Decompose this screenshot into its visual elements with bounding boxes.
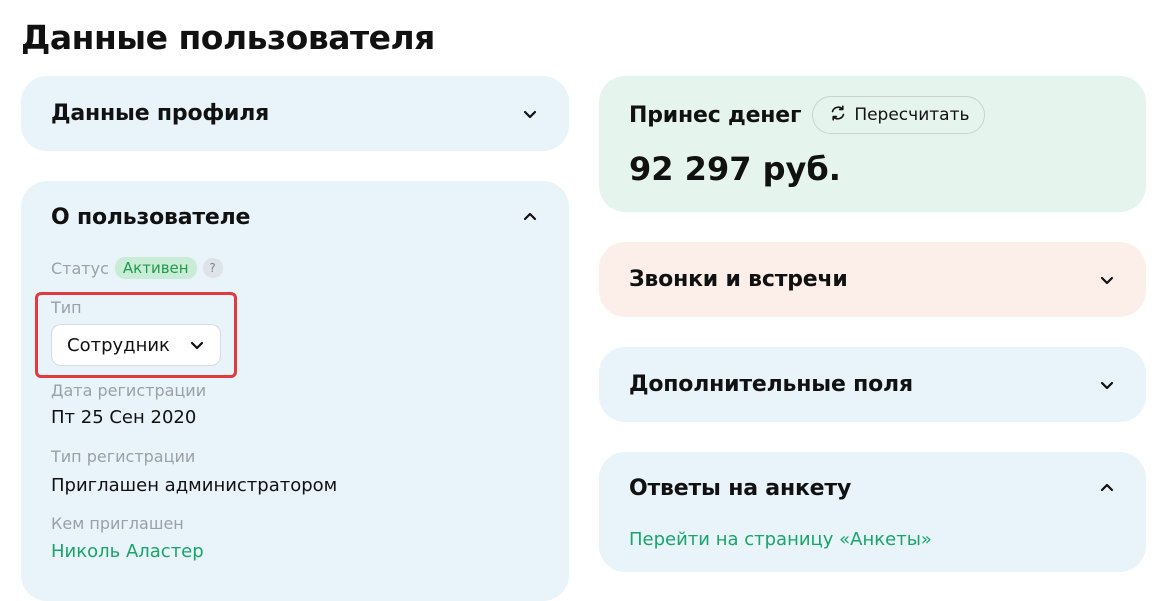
status-row: Статус Активен ? <box>51 257 223 279</box>
about-user-header[interactable]: О пользователе <box>51 199 539 235</box>
survey-answers-header[interactable]: Ответы на анкету <box>629 470 1116 506</box>
help-icon[interactable]: ? <box>202 258 223 278</box>
chevron-up-icon[interactable] <box>521 208 539 226</box>
invited-by-label: Кем приглашен <box>51 514 184 533</box>
recalculate-label: Пересчитать <box>854 105 970 125</box>
reg-date-label: Дата регистрации <box>51 381 207 400</box>
extra-fields-card: Дополнительные поля <box>599 347 1146 422</box>
refresh-icon <box>829 104 847 127</box>
profile-data-header[interactable]: Данные профиля <box>51 76 539 151</box>
extra-fields-title: Дополнительные поля <box>629 372 913 397</box>
earned-money-card: Принес денег Пересчитать 92 297 руб. <box>599 76 1146 212</box>
chevron-down-icon[interactable] <box>1098 271 1116 289</box>
about-user-title: О пользователе <box>51 204 251 230</box>
calls-meetings-title: Звонки и встречи <box>629 267 848 292</box>
earned-money-value: 92 297 руб. <box>629 150 841 188</box>
reg-type-value: Приглашен администратором <box>51 475 338 496</box>
calls-meetings-header[interactable]: Звонки и встречи <box>629 242 1116 317</box>
chevron-down-icon[interactable] <box>1098 376 1116 394</box>
status-label: Статус <box>51 258 109 278</box>
recalculate-button[interactable]: Пересчитать <box>812 96 985 134</box>
survey-answers-card: Ответы на анкету Перейти на страницу «Ан… <box>599 452 1146 572</box>
about-user-card: О пользователе Статус Активен ? Тип Сотр… <box>21 181 569 601</box>
survey-page-link[interactable]: Перейти на страницу «Анкеты» <box>629 529 932 550</box>
user-type-value: Сотрудник <box>67 334 170 356</box>
calls-meetings-card: Звонки и встречи <box>599 242 1146 317</box>
survey-answers-title: Ответы на анкету <box>629 475 852 501</box>
status-badge: Активен <box>114 257 197 279</box>
page-title: Данные пользователя <box>21 18 435 57</box>
profile-data-title: Данные профиля <box>51 101 270 126</box>
earned-money-title: Принес денег <box>629 102 802 128</box>
invited-by-link[interactable]: Николь Аластер <box>51 541 204 562</box>
earned-money-header: Принес денег Пересчитать <box>629 96 985 134</box>
reg-date-value: Пт 25 Сен 2020 <box>51 407 197 428</box>
chevron-down-icon <box>188 336 206 354</box>
user-type-select[interactable]: Сотрудник <box>51 324 221 366</box>
chevron-up-icon[interactable] <box>1098 479 1116 497</box>
chevron-down-icon[interactable] <box>521 105 539 123</box>
extra-fields-header[interactable]: Дополнительные поля <box>629 347 1116 422</box>
profile-data-card: Данные профиля <box>21 76 569 151</box>
reg-type-label: Тип регистрации <box>51 447 196 466</box>
type-label: Тип <box>51 298 82 317</box>
